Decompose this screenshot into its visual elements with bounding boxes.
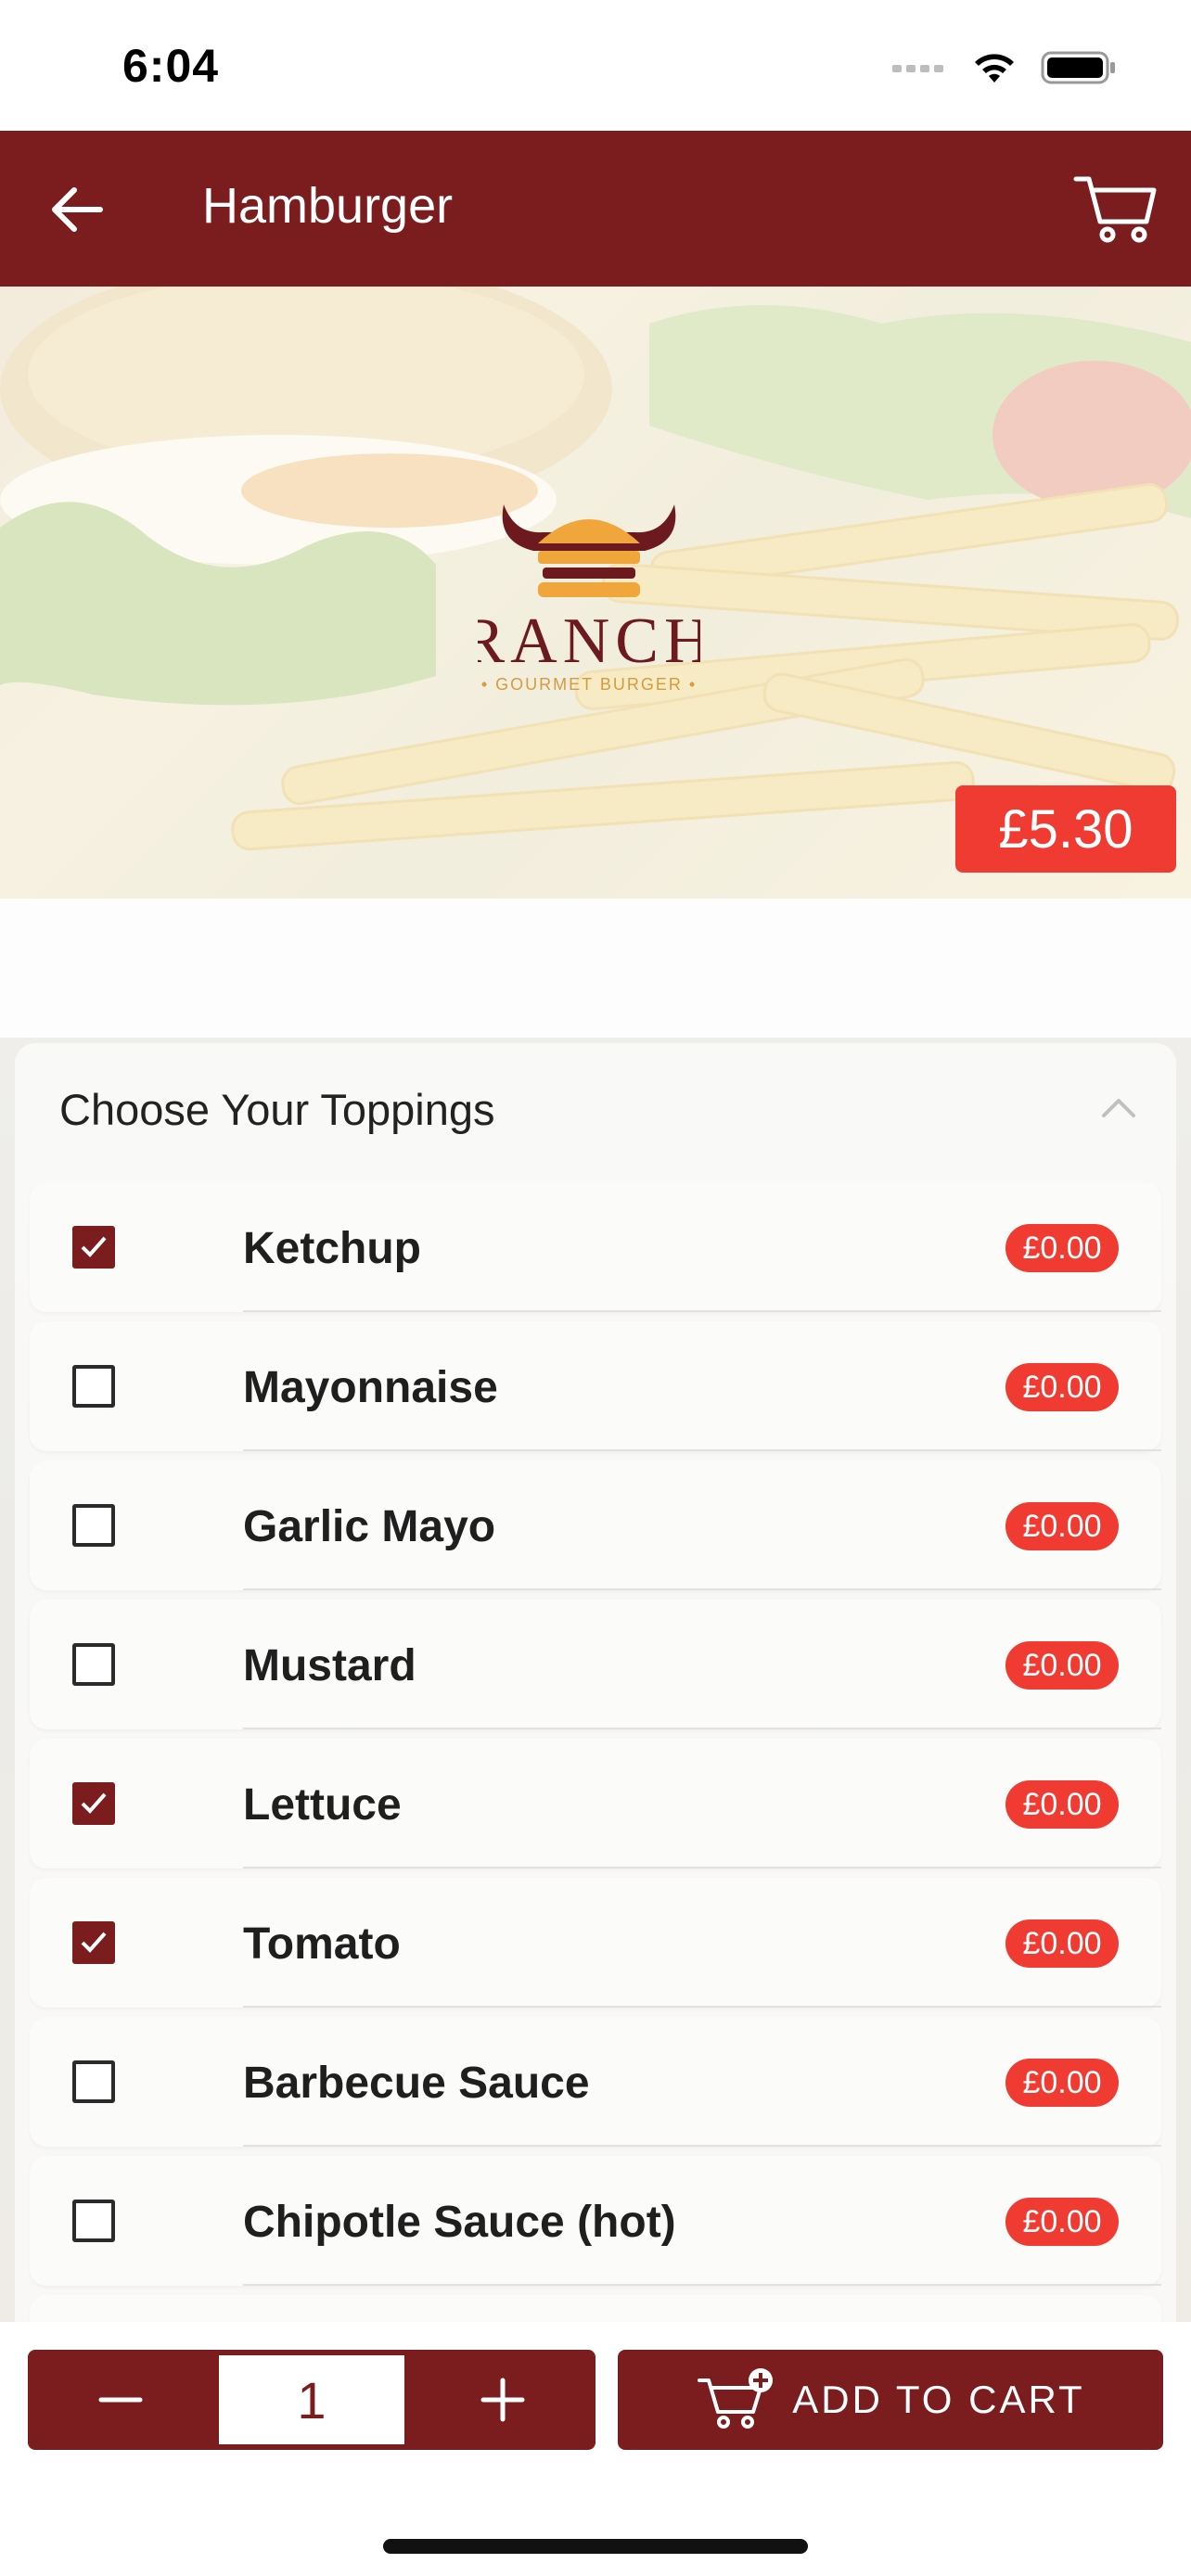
add-to-cart-button[interactable]: ADD TO CART: [618, 2350, 1163, 2450]
divider: [243, 1728, 1161, 1729]
bottom-bar: 1 ADD TO CART: [0, 2322, 1191, 2576]
burger-logo-icon: RANCH • GOURMET BURGER •: [461, 504, 711, 694]
topping-label: Mayonnaise: [243, 1363, 498, 1412]
divider: [243, 2284, 1161, 2286]
topping-row[interactable]: Garlic Mayo £0.00: [30, 1460, 1161, 1590]
topping-row[interactable]: Barbecue Sauce £0.00: [30, 2017, 1161, 2147]
quantity-stepper: 1: [28, 2350, 596, 2450]
page-title: Hamburger: [202, 178, 454, 234]
divider: [243, 1867, 1161, 1868]
hero-image: RANCH • GOURMET BURGER • £5.30: [0, 287, 1191, 899]
topping-row[interactable]: Lettuce £0.00: [30, 1739, 1161, 1868]
topping-label: Garlic Mayo: [243, 1502, 496, 1551]
home-indicator: [383, 2539, 808, 2554]
decrement-button[interactable]: [28, 2350, 213, 2450]
cart-add-icon: [698, 2368, 774, 2429]
checkmark-icon: [81, 1792, 107, 1814]
topping-row-partial[interactable]: [30, 2295, 1161, 2322]
checkbox-checked[interactable]: [72, 1782, 115, 1825]
wifi-icon: [975, 54, 1014, 83]
topping-label: Ketchup: [243, 1224, 421, 1273]
checkmark-icon: [81, 1236, 107, 1257]
cart-button[interactable]: [1070, 166, 1163, 249]
topping-label: Chipotle Sauce (hot): [243, 2198, 676, 2247]
minus-icon: [98, 2397, 143, 2403]
app-bar: Hamburger: [0, 131, 1191, 287]
topping-price-badge: £0.00: [1005, 1641, 1119, 1690]
topping-price-badge: £0.00: [1005, 2198, 1119, 2246]
ranch-logo: RANCH • GOURMET BURGER •: [461, 486, 711, 708]
status-time: 6:04: [122, 40, 220, 92]
topping-row[interactable]: Chipotle Sauce (hot) £0.00: [30, 2156, 1161, 2286]
checkbox-unchecked[interactable]: [72, 1504, 115, 1547]
topping-row[interactable]: Tomato £0.00: [30, 1878, 1161, 2008]
checkbox-unchecked[interactable]: [72, 1643, 115, 1686]
topping-price-badge: £0.00: [1005, 1919, 1119, 1968]
svg-text:RANCH: RANCH: [478, 606, 700, 677]
cart-icon: [1073, 176, 1157, 243]
spacer: [0, 899, 1191, 1038]
svg-text:• GOURMET BURGER •: • GOURMET BURGER •: [481, 675, 697, 694]
topping-label: Tomato: [243, 1919, 401, 1969]
status-icons: [892, 45, 1117, 91]
quantity-field[interactable]: 1: [219, 2355, 404, 2444]
divider: [243, 1310, 1161, 1312]
checkbox-checked[interactable]: [72, 1921, 115, 1964]
topping-price-badge: £0.00: [1005, 2059, 1119, 2107]
topping-row[interactable]: Mustard £0.00: [30, 1600, 1161, 1729]
battery-icon: [1041, 51, 1115, 84]
chevron-up-icon[interactable]: [1098, 1088, 1139, 1129]
topping-price-badge: £0.00: [1005, 1502, 1119, 1550]
checkbox-unchecked[interactable]: [72, 2200, 115, 2242]
checkmark-icon: [81, 1932, 107, 1953]
topping-row[interactable]: Ketchup £0.00: [30, 1182, 1161, 1312]
divider: [243, 2145, 1161, 2147]
topping-label: Mustard: [243, 1641, 416, 1690]
checkbox-unchecked[interactable]: [72, 2060, 115, 2103]
add-to-cart-label: ADD TO CART: [792, 2378, 1085, 2421]
divider: [243, 2006, 1161, 2008]
topping-label: Barbecue Sauce: [243, 2059, 590, 2108]
checkbox-unchecked[interactable]: [72, 1365, 115, 1408]
signal-icon: [892, 65, 943, 72]
toppings-title: Choose Your Toppings: [59, 1085, 495, 1134]
divider: [243, 1449, 1161, 1451]
topping-row[interactable]: Mayonnaise £0.00: [30, 1321, 1161, 1451]
checkbox-checked[interactable]: [72, 1226, 115, 1269]
divider: [243, 1588, 1161, 1590]
status-bar: 6:04: [0, 0, 1191, 131]
back-button[interactable]: [37, 170, 117, 249]
toppings-header[interactable]: Choose Your Toppings: [15, 1043, 1176, 1182]
toppings-card: Choose Your Toppings Ketchup £0.00 Mayon…: [15, 1043, 1176, 2322]
topping-price-badge: £0.00: [1005, 1363, 1119, 1411]
plus-icon: [480, 2378, 525, 2422]
topping-label: Lettuce: [243, 1780, 402, 1830]
arrow-left-icon: [52, 187, 103, 232]
increment-button[interactable]: [410, 2350, 596, 2450]
price-tag: £5.30: [955, 785, 1176, 873]
topping-price-badge: £0.00: [1005, 1224, 1119, 1272]
topping-price-badge: £0.00: [1005, 1780, 1119, 1829]
